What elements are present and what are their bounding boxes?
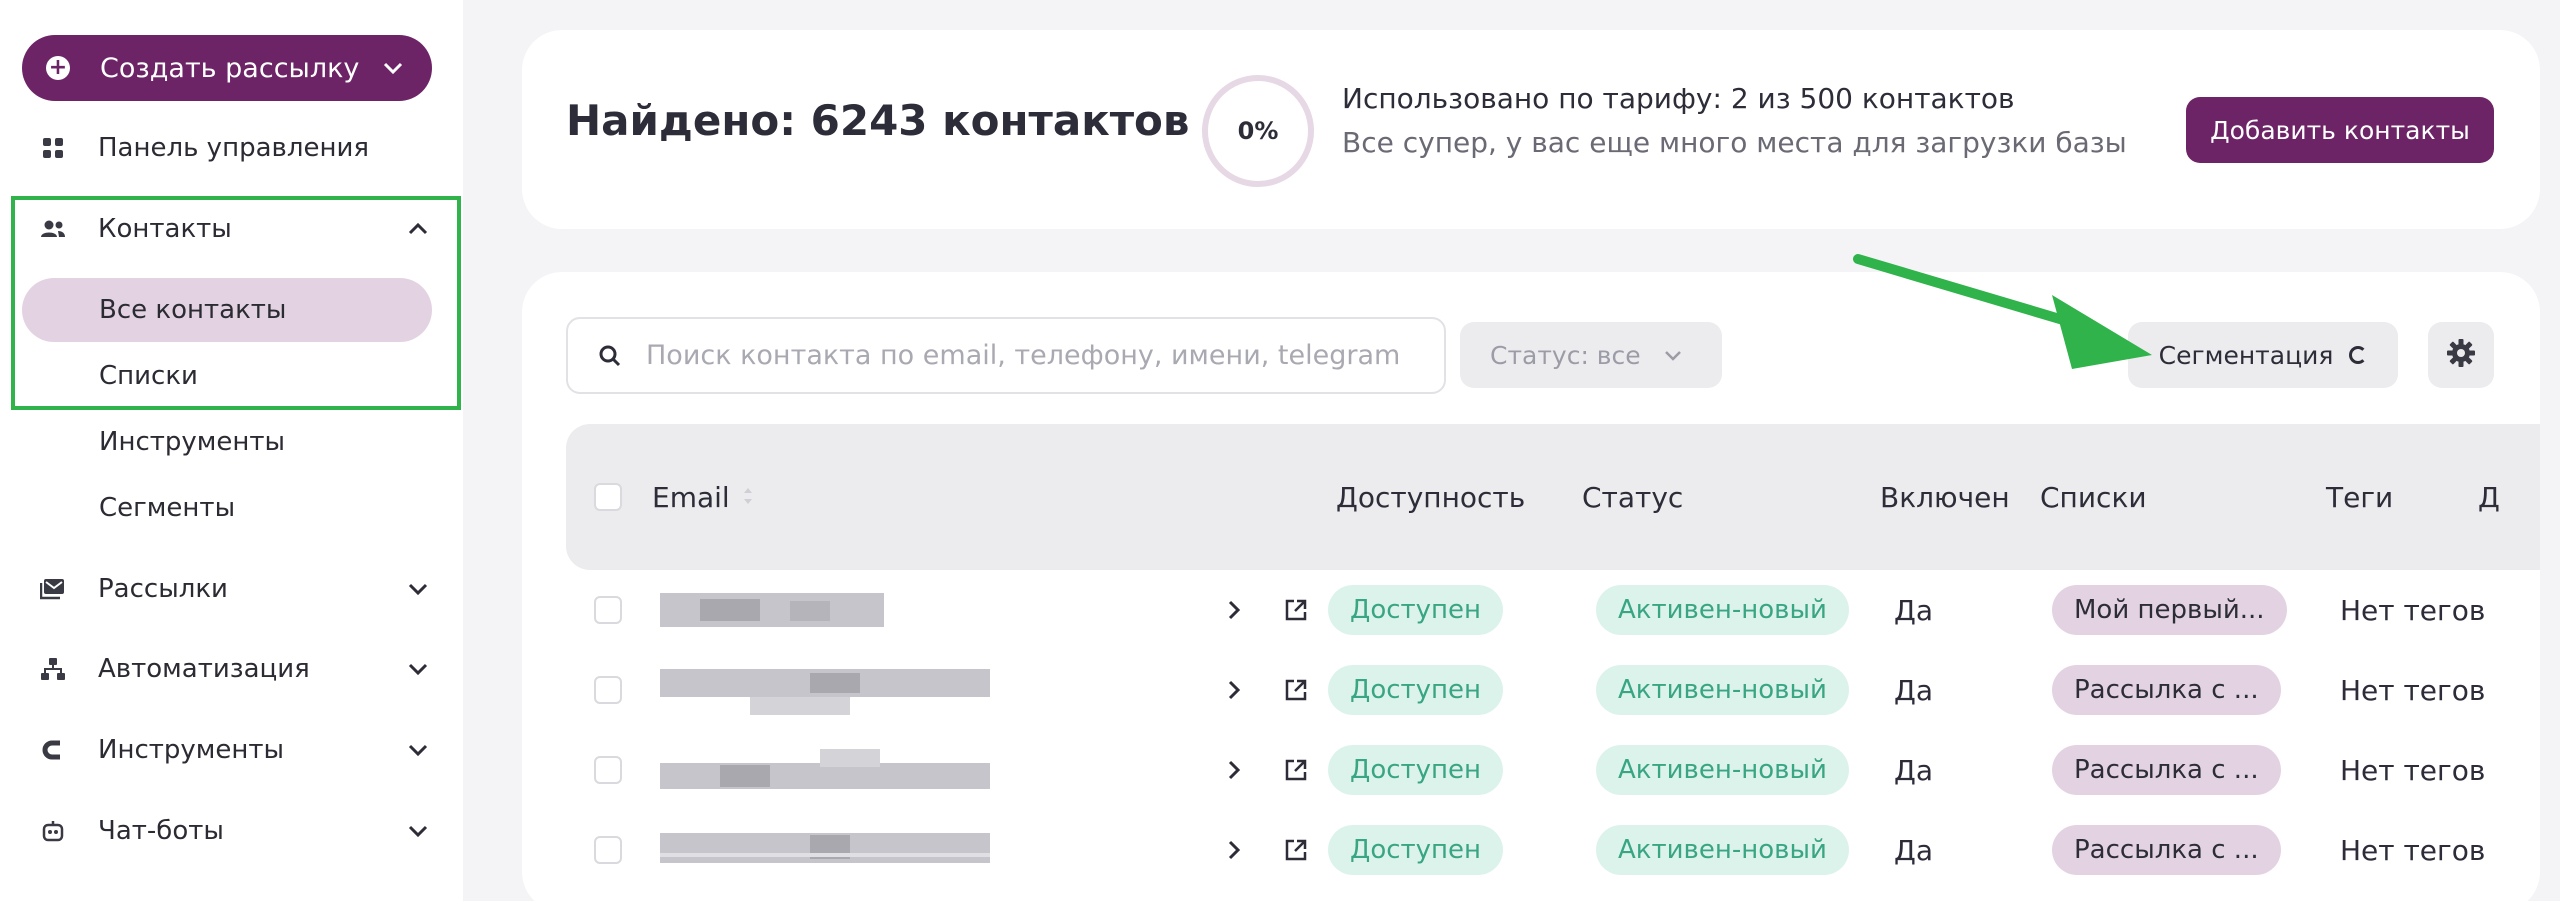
email-redacted xyxy=(660,810,990,890)
tags-value: Нет тегов xyxy=(2340,593,2486,627)
gear-icon xyxy=(2446,338,2476,372)
grid-icon xyxy=(40,135,66,161)
status-filter-label: Статус: все xyxy=(1490,340,1641,370)
chevron-down-icon xyxy=(406,738,430,762)
tags-value: Нет тегов xyxy=(2340,673,2486,707)
highlight-box xyxy=(11,196,461,410)
list-badge[interactable]: Рассылка с ... xyxy=(2052,825,2281,875)
table-row[interactable]: Доступен Активен-новый Да Рассылка с ...… xyxy=(566,730,2540,810)
expand-row-icon[interactable] xyxy=(1226,570,1242,650)
sidebar-item-tools[interactable]: Инструменты xyxy=(40,722,430,778)
status-badge: Активен-новый xyxy=(1596,585,1849,635)
usage-title: Использовано по тарифу: 2 из 500 контакт… xyxy=(1342,82,2015,115)
chevron-down-icon xyxy=(406,577,430,601)
status-badge: Активен-новый xyxy=(1596,825,1849,875)
column-email[interactable]: Email xyxy=(652,424,754,570)
chevron-down-icon xyxy=(406,657,430,681)
magnet-icon xyxy=(40,737,66,763)
email-redacted xyxy=(660,730,990,810)
availability-badge: Доступен xyxy=(1328,825,1504,875)
search-box[interactable] xyxy=(566,317,1446,394)
contacts-card: Статус: все Сегментация Email Доступност… xyxy=(522,272,2540,901)
status-badge: Активен-новый xyxy=(1596,745,1849,795)
enabled-value: Да xyxy=(1894,833,1934,867)
add-contacts-button[interactable]: Добавить контакты xyxy=(2186,97,2494,163)
annotation-arrow xyxy=(1853,254,2152,369)
page-title: Найдено: 6243 контактов xyxy=(566,96,1190,145)
enabled-value: Да xyxy=(1894,753,1934,787)
expand-row-icon[interactable] xyxy=(1226,810,1242,890)
sidebar-item-automation[interactable]: Автоматизация xyxy=(40,641,430,697)
select-all-checkbox[interactable] xyxy=(594,424,622,570)
create-campaign-button[interactable]: + Создать рассылку xyxy=(22,35,432,101)
sidebar-item-label: Панель управления xyxy=(98,133,369,163)
external-link-icon[interactable] xyxy=(1284,810,1308,890)
enabled-value: Да xyxy=(1894,673,1934,707)
status-filter-select[interactable]: Статус: все xyxy=(1460,322,1722,388)
usage-progress-ring: 0% xyxy=(1202,75,1314,187)
row-checkbox[interactable] xyxy=(594,730,622,810)
sidebar-item-label: Инструменты xyxy=(98,735,285,765)
sidebar-item-label: Чат-боты xyxy=(98,816,224,846)
sidebar-item-campaigns[interactable]: Рассылки xyxy=(40,561,430,617)
sidebar-subitem-tools[interactable]: Инструменты xyxy=(22,410,432,474)
flow-icon xyxy=(40,656,66,682)
table-row[interactable]: Доступен Активен-новый Да Мой первый... … xyxy=(566,570,2540,650)
table-row[interactable]: Доступен Активен-новый Да Рассылка с ...… xyxy=(566,650,2540,730)
column-lists[interactable]: Списки xyxy=(2040,424,2147,570)
email-redacted xyxy=(660,570,990,650)
search-input[interactable] xyxy=(646,340,1406,371)
column-tags[interactable]: Теги xyxy=(2326,424,2393,570)
chevron-down-icon xyxy=(382,56,404,81)
list-badge[interactable]: Рассылка с ... xyxy=(2052,665,2281,715)
usage-subtitle: Все супер, у вас еще много места для заг… xyxy=(1342,126,2127,159)
settings-button[interactable] xyxy=(2428,322,2494,388)
tags-value: Нет тегов xyxy=(2340,833,2486,867)
list-badge[interactable]: Рассылка с ... xyxy=(2052,745,2281,795)
column-truncated[interactable]: Д xyxy=(2478,424,2500,570)
row-checkbox[interactable] xyxy=(594,810,622,890)
availability-badge: Доступен xyxy=(1328,745,1504,795)
external-link-icon[interactable] xyxy=(1284,570,1308,650)
column-status[interactable]: Статус xyxy=(1582,424,1683,570)
sidebar-subitem-segments[interactable]: Сегменты xyxy=(22,476,432,540)
row-checkbox[interactable] xyxy=(594,650,622,730)
chevron-down-icon xyxy=(1663,343,1683,367)
tags-value: Нет тегов xyxy=(2340,753,2486,787)
chevron-down-icon xyxy=(406,819,430,843)
table-row[interactable]: Доступен Активен-новый Да Рассылка с ...… xyxy=(566,810,2540,890)
column-availability[interactable]: Доступность xyxy=(1336,424,1525,570)
email-redacted xyxy=(660,650,990,730)
mail-icon xyxy=(40,576,66,602)
create-campaign-label: Создать рассылку xyxy=(100,52,360,84)
external-link-icon[interactable] xyxy=(1284,730,1308,810)
search-icon xyxy=(598,344,622,368)
expand-row-icon[interactable] xyxy=(1226,650,1242,730)
column-email-label: Email xyxy=(652,480,730,514)
external-link-icon[interactable] xyxy=(1284,650,1308,730)
usage-percent: 0% xyxy=(1237,117,1279,145)
sort-icon xyxy=(742,481,754,514)
sidebar-item-label: Автоматизация xyxy=(98,654,310,684)
expand-row-icon[interactable] xyxy=(1226,730,1242,810)
availability-badge: Доступен xyxy=(1328,585,1504,635)
row-checkbox[interactable] xyxy=(594,570,622,650)
availability-badge: Доступен xyxy=(1328,665,1504,715)
sidebar-item-dashboard[interactable]: Панель управления xyxy=(40,120,430,176)
column-enabled[interactable]: Включен xyxy=(1880,424,2010,570)
sidebar-item-chatbots[interactable]: Чат-боты xyxy=(40,803,430,859)
bot-icon xyxy=(40,818,66,844)
sidebar-item-label: Рассылки xyxy=(98,574,228,604)
status-badge: Активен-новый xyxy=(1596,665,1849,715)
list-badge[interactable]: Мой первый... xyxy=(2052,585,2287,635)
plus-icon: + xyxy=(46,56,70,80)
summary-card: Найдено: 6243 контактов 0% Использовано … xyxy=(522,30,2540,229)
sidebar: + Создать рассылку Панель управления Кон… xyxy=(0,0,463,901)
table-header: Email Доступность Статус Включен Списки … xyxy=(566,424,2540,570)
enabled-value: Да xyxy=(1894,593,1934,627)
segmentation-label: Сегментация xyxy=(2158,340,2334,370)
refresh-icon xyxy=(2349,346,2368,364)
